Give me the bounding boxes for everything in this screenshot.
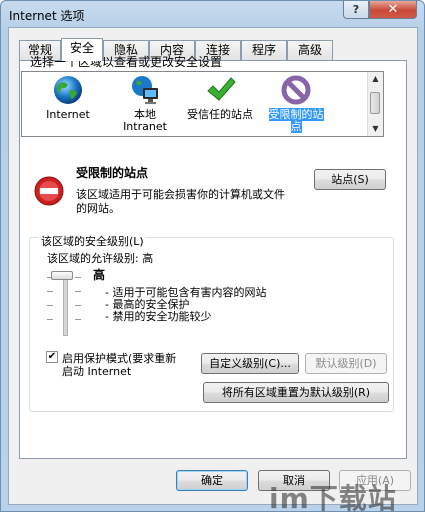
scroll-up-icon[interactable]: ▲ xyxy=(368,72,383,86)
tab-advanced[interactable]: 高级 xyxy=(287,40,333,60)
slider-tick xyxy=(75,291,81,292)
slider-tick xyxy=(47,291,53,292)
tab-programs[interactable]: 程序 xyxy=(241,40,287,60)
level-bullet: - 禁用的安全功能较少 xyxy=(105,310,212,323)
zone-intranet-label: 本地 Intranet xyxy=(123,108,167,133)
intranet-icon xyxy=(132,76,158,104)
internet-options-window: Internet 选项 ? ✕ 常规 安全 隐私 内容 连接 程序 高级 选择一… xyxy=(0,0,425,515)
slider-tick xyxy=(75,319,81,320)
sites-button[interactable]: 站点(S) xyxy=(314,169,386,190)
title-bar[interactable]: Internet 选项 ? ✕ xyxy=(1,1,424,27)
window-title: Internet 选项 xyxy=(9,9,85,23)
zone-trusted-label: 受信任的站点 xyxy=(187,108,253,121)
close-button[interactable]: ✕ xyxy=(369,1,417,19)
security-level-name: 高 xyxy=(93,268,106,282)
security-level-group-label: 该区域的安全级别(L) xyxy=(39,233,146,249)
allowed-levels-label: 该区域的允许级别: 高 xyxy=(47,252,154,265)
custom-level-button[interactable]: 自定义级别(C)... xyxy=(201,353,299,374)
globe-icon xyxy=(54,76,82,104)
checkmark-icon: ✔ xyxy=(47,351,57,362)
zone-restricted-label: 受限制的站点 xyxy=(268,108,324,133)
help-icon: ? xyxy=(352,3,360,16)
slider-tick xyxy=(75,305,81,306)
watermark-text: im下载站 xyxy=(269,482,397,515)
zone-internet-label: Internet xyxy=(46,108,90,121)
protected-mode-label-line2: 启动 Internet xyxy=(62,365,132,378)
reset-all-zones-button[interactable]: 将所有区域重置为默认级别(R) xyxy=(203,382,389,403)
restricted-icon xyxy=(281,75,311,105)
security-level-slider-track[interactable] xyxy=(63,276,68,336)
watermark: im下载站 xyxy=(265,475,425,515)
restricted-zone-icon xyxy=(34,176,64,206)
zone-title: 受限制的站点 xyxy=(76,166,149,180)
slider-tick xyxy=(75,277,81,278)
tab-security[interactable]: 安全 xyxy=(61,38,103,61)
zone-description-line2: 的网站。 xyxy=(76,202,120,215)
protected-mode-checkbox[interactable]: ✔ xyxy=(46,351,58,363)
security-level-slider-thumb[interactable] xyxy=(51,271,73,280)
close-icon: ✕ xyxy=(387,2,399,17)
checkmark-icon xyxy=(207,77,236,101)
zone-list-scrollbar[interactable]: ▲ ▼ xyxy=(367,72,383,136)
scroll-thumb[interactable] xyxy=(370,92,380,114)
zone-list[interactable]: Internet 本地 Intranet 受信任的站点 受限制的站 点 ▲ ▼ xyxy=(21,71,384,137)
zone-prompt: 选择一个区域以查看或更改安全设置 xyxy=(30,55,223,69)
ok-button[interactable]: 确定 xyxy=(176,470,248,491)
slider-tick xyxy=(47,305,53,306)
help-button[interactable]: ? xyxy=(343,1,369,19)
scroll-down-icon[interactable]: ▼ xyxy=(368,122,383,136)
default-level-button[interactable]: 默认级别(D) xyxy=(305,353,387,374)
slider-tick xyxy=(47,319,53,320)
